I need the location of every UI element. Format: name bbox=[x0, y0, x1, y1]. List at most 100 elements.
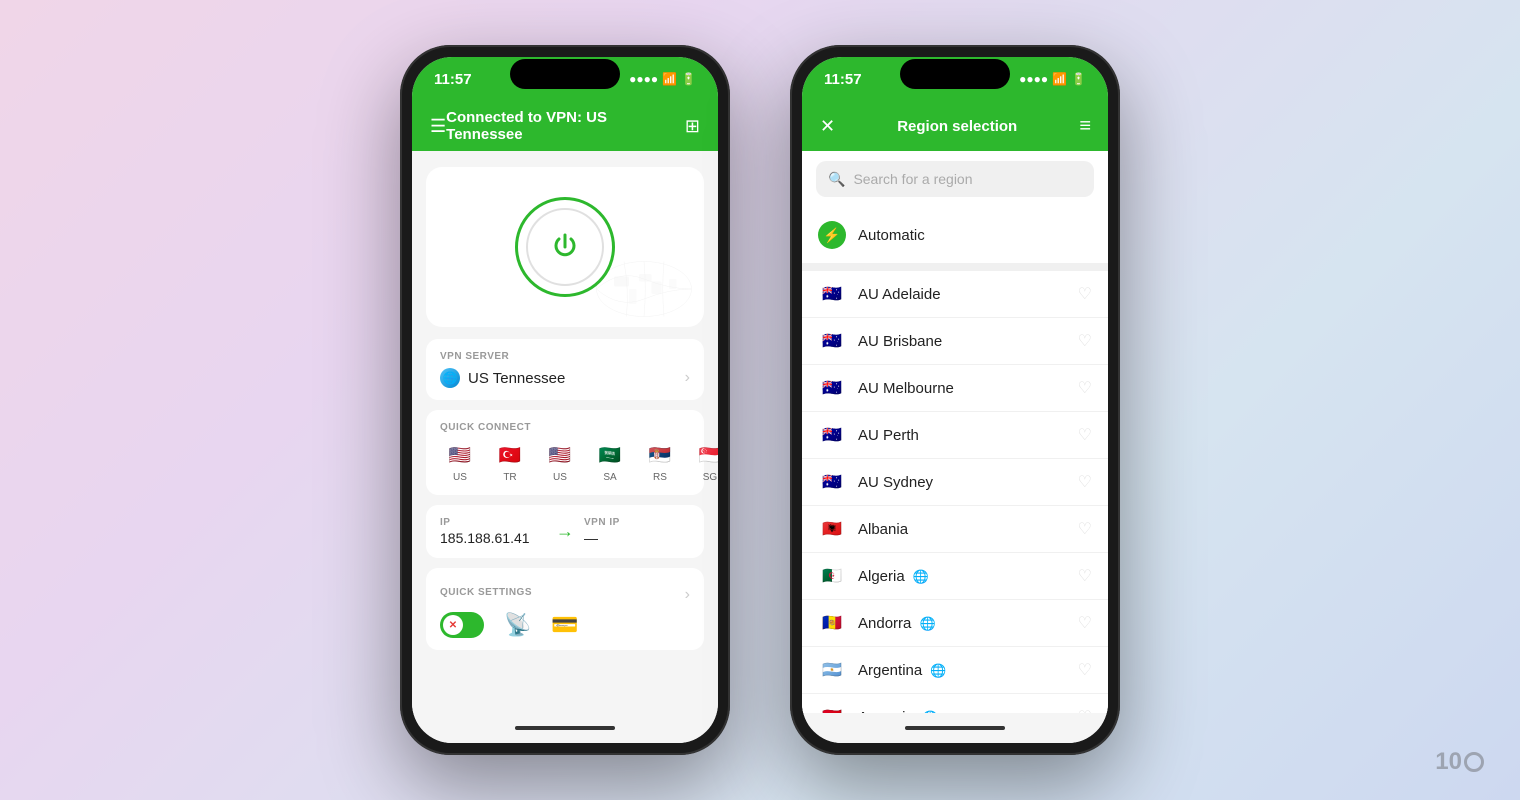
vpn-ip-section: VPN IP — bbox=[584, 517, 690, 546]
heart-au-melbourne[interactable]: ♡ bbox=[1078, 378, 1092, 398]
home-indicator-2 bbox=[802, 713, 1108, 743]
flag-argentina: 🇦🇷 bbox=[818, 660, 846, 680]
quick-connect-row: 🇺🇸 US 🇹🇷 TR 🇺🇸 US 🇸🇦 bbox=[440, 441, 690, 483]
vpn-server-label: VPN SERVER bbox=[440, 351, 690, 362]
ip-card: IP 185.188.61.41 → VPN IP — bbox=[426, 505, 704, 558]
quick-connect-card: QUICK CONNECT 🇺🇸 US 🇹🇷 TR 🇺🇸 US bbox=[426, 410, 704, 495]
region-name-au-perth: AU Perth bbox=[858, 427, 1066, 444]
qc-item-2[interactable]: 🇺🇸 US bbox=[540, 441, 580, 483]
phone-1-screen: 11:57 ●●●● 📶 🔋 ☰ Connected to VPN: US Te… bbox=[412, 57, 718, 743]
region-au-melbourne[interactable]: 🇦🇺 AU Melbourne ♡ bbox=[802, 365, 1108, 412]
qc-item-1[interactable]: 🇹🇷 TR bbox=[490, 441, 530, 483]
router-icon[interactable]: 📡 bbox=[504, 612, 531, 638]
status-time-1: 11:57 bbox=[434, 71, 472, 88]
heart-argentina[interactable]: ♡ bbox=[1078, 660, 1092, 680]
nav-bar-2: ✕ Region selection ≡ bbox=[802, 101, 1108, 151]
ip-label: IP bbox=[440, 517, 546, 528]
settings-chevron-icon: › bbox=[685, 586, 690, 604]
region-algeria[interactable]: 🇩🇿 Algeria 🌐 ♡ bbox=[802, 553, 1108, 600]
server-name: 🌐 US Tennessee bbox=[440, 368, 565, 388]
server-text: US Tennessee bbox=[468, 370, 565, 387]
automatic-item[interactable]: ⚡ Automatic bbox=[802, 207, 1108, 271]
heart-au-brisbane[interactable]: ♡ bbox=[1078, 331, 1092, 351]
heart-albania[interactable]: ♡ bbox=[1078, 519, 1092, 539]
region-argentina[interactable]: 🇦🇷 Argentina 🌐 ♡ bbox=[802, 647, 1108, 694]
flag-us-2: 🇺🇸 bbox=[540, 441, 580, 469]
flag-sg: 🇸🇬 bbox=[690, 441, 718, 469]
flag-tr: 🇹🇷 bbox=[490, 441, 530, 469]
phone2-content: 🔍 Search for a region ⚡ Automatic 🇦🇺 AU … bbox=[802, 151, 1108, 713]
status-icons-1: ●●●● 📶 🔋 bbox=[629, 72, 696, 86]
region-au-perth[interactable]: 🇦🇺 AU Perth ♡ bbox=[802, 412, 1108, 459]
region-albania[interactable]: 🇦🇱 Albania ♡ bbox=[802, 506, 1108, 553]
power-icon bbox=[526, 208, 604, 286]
flag-albania: 🇦🇱 bbox=[818, 519, 846, 539]
ip-row: IP 185.188.61.41 → VPN IP — bbox=[440, 517, 690, 546]
power-section bbox=[426, 167, 704, 327]
flag-au-brisbane: 🇦🇺 bbox=[818, 331, 846, 351]
automatic-name: Automatic bbox=[858, 227, 925, 244]
region-name-albania: Albania bbox=[858, 521, 1066, 538]
flag-algeria: 🇩🇿 bbox=[818, 566, 846, 586]
quick-settings-card: QUICK SETTINGS › ✕ 📡 💳 bbox=[426, 568, 704, 650]
phones-container: 11:57 ●●●● 📶 🔋 ☰ Connected to VPN: US Te… bbox=[400, 45, 1120, 755]
heart-armenia[interactable]: ♡ bbox=[1078, 707, 1092, 713]
flag-andorra: 🇦🇩 bbox=[818, 613, 846, 633]
server-row[interactable]: 🌐 US Tennessee › bbox=[440, 368, 690, 388]
globe-argentina: 🌐 bbox=[930, 663, 946, 678]
quick-connect-label: QUICK CONNECT bbox=[440, 422, 690, 433]
qc-item-0[interactable]: 🇺🇸 US bbox=[440, 441, 480, 483]
killswitch-toggle[interactable]: ✕ bbox=[440, 612, 484, 638]
killswitch-knob: ✕ bbox=[443, 615, 463, 635]
filter-icon[interactable]: ≡ bbox=[1079, 115, 1090, 138]
region-au-sydney[interactable]: 🇦🇺 AU Sydney ♡ bbox=[802, 459, 1108, 506]
heart-andorra[interactable]: ♡ bbox=[1078, 613, 1092, 633]
layout-icon-1[interactable]: ⊞ bbox=[685, 116, 700, 137]
automatic-icon: ⚡ bbox=[818, 221, 846, 249]
battery-icon-1: 🔋 bbox=[681, 72, 696, 86]
signal-icon-1: ●●●● bbox=[629, 72, 658, 86]
region-au-adelaide[interactable]: 🇦🇺 AU Adelaide ♡ bbox=[802, 271, 1108, 318]
phone-2-screen: 11:57 ●●●● 📶 🔋 ✕ Region selection ≡ 🔍 bbox=[802, 57, 1108, 743]
qc-label-0: US bbox=[453, 472, 467, 483]
globe-algeria: 🌐 bbox=[913, 569, 929, 584]
heart-algeria[interactable]: ♡ bbox=[1078, 566, 1092, 586]
world-map-decoration bbox=[594, 259, 694, 319]
search-bar[interactable]: 🔍 Search for a region bbox=[816, 161, 1094, 197]
region-armenia[interactable]: 🇦🇲 Armenia 🌐 ♡ bbox=[802, 694, 1108, 713]
wifi-icon-1: 📶 bbox=[662, 72, 677, 86]
signal-icon-2: ●●●● bbox=[1019, 72, 1048, 86]
home-bar-2 bbox=[905, 726, 1005, 730]
close-icon[interactable]: ✕ bbox=[820, 116, 835, 137]
qc-label-2: US bbox=[553, 472, 567, 483]
heart-au-perth[interactable]: ♡ bbox=[1078, 425, 1092, 445]
region-name-algeria: Algeria 🌐 bbox=[858, 568, 1066, 585]
flag-rs: 🇷🇸 bbox=[640, 441, 680, 469]
card-icon[interactable]: 💳 bbox=[551, 612, 578, 638]
heart-au-sydney[interactable]: ♡ bbox=[1078, 472, 1092, 492]
phone-1: 11:57 ●●●● 📶 🔋 ☰ Connected to VPN: US Te… bbox=[400, 45, 730, 755]
qc-item-5[interactable]: 🇸🇬 SG bbox=[690, 441, 718, 483]
status-icons-2: ●●●● 📶 🔋 bbox=[1019, 72, 1086, 86]
region-list: ⚡ Automatic 🇦🇺 AU Adelaide ♡ 🇦🇺 AU Brisb… bbox=[802, 207, 1108, 713]
region-name-au-sydney: AU Sydney bbox=[858, 474, 1066, 491]
chevron-right-icon: › bbox=[685, 369, 690, 387]
menu-icon-1[interactable]: ☰ bbox=[430, 116, 446, 137]
qc-item-4[interactable]: 🇷🇸 RS bbox=[640, 441, 680, 483]
flag-sa: 🇸🇦 bbox=[590, 441, 630, 469]
vpn-server-card: VPN SERVER 🌐 US Tennessee › bbox=[426, 339, 704, 400]
heart-au-adelaide[interactable]: ♡ bbox=[1078, 284, 1092, 304]
region-au-brisbane[interactable]: 🇦🇺 AU Brisbane ♡ bbox=[802, 318, 1108, 365]
flag-au-adelaide: 🇦🇺 bbox=[818, 284, 846, 304]
vpn-ip-value: — bbox=[584, 530, 690, 546]
search-icon: 🔍 bbox=[828, 171, 845, 188]
qc-item-3[interactable]: 🇸🇦 SA bbox=[590, 441, 630, 483]
flag-armenia: 🇦🇲 bbox=[818, 707, 846, 713]
region-andorra[interactable]: 🇦🇩 Andorra 🌐 ♡ bbox=[802, 600, 1108, 647]
watermark: 10 bbox=[1435, 748, 1484, 776]
region-name-armenia: Armenia 🌐 bbox=[858, 709, 1066, 714]
flag-au-perth: 🇦🇺 bbox=[818, 425, 846, 445]
flag-us-1: 🇺🇸 bbox=[440, 441, 480, 469]
qc-label-1: TR bbox=[503, 472, 516, 483]
watermark-text: 10 bbox=[1435, 748, 1462, 776]
